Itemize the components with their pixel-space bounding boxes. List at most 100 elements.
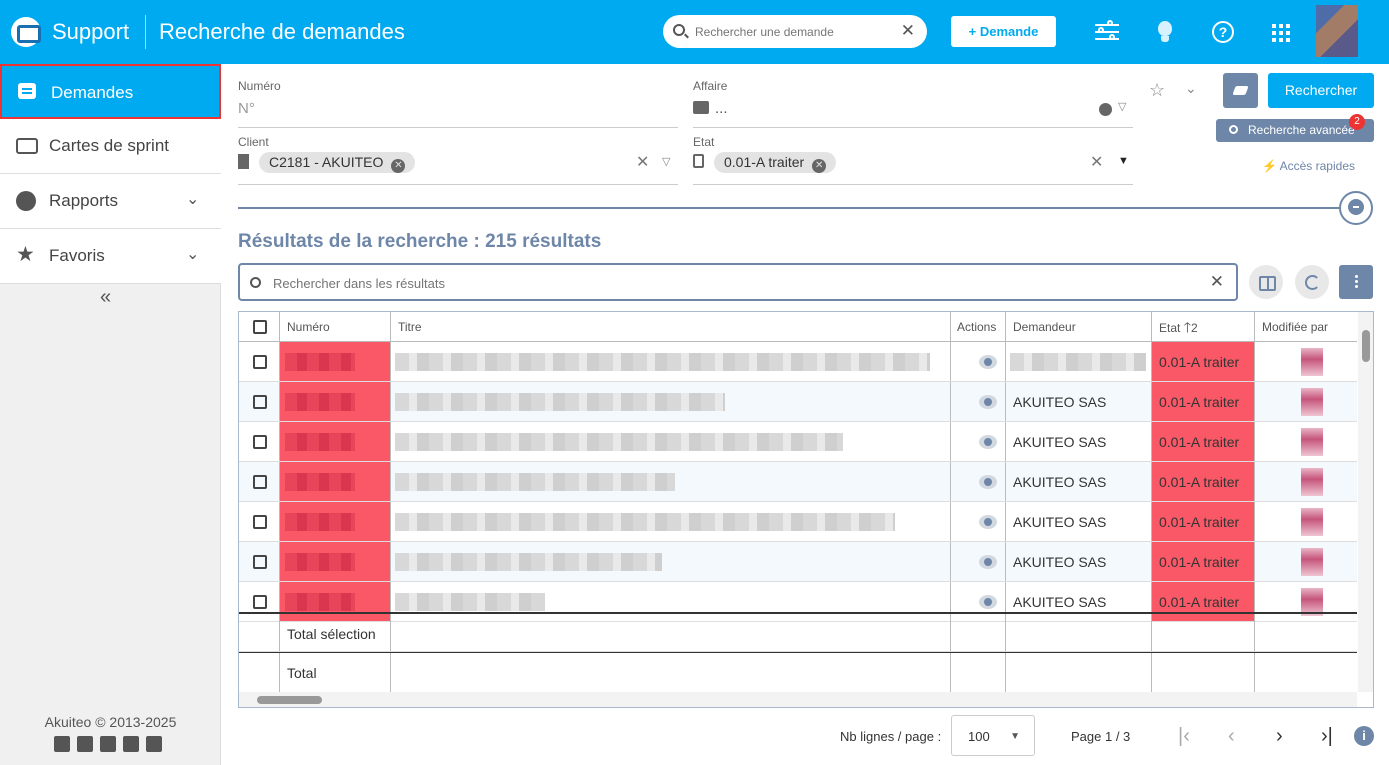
more-options-button[interactable] xyxy=(1339,265,1373,299)
titre-cell[interactable] xyxy=(391,382,951,421)
affaire-field[interactable]: ... xyxy=(715,100,728,117)
search-icon xyxy=(673,24,685,36)
total-selection-row: Total sélection xyxy=(239,612,1357,652)
titre-cell[interactable] xyxy=(391,542,951,581)
collapse-sidebar-button[interactable]: « xyxy=(100,286,111,309)
app-logo[interactable] xyxy=(11,17,41,47)
field-underline xyxy=(693,184,1133,185)
sidebar-item-cartes-de-sprint[interactable]: Cartes de sprint xyxy=(0,119,221,174)
select-all-checkbox[interactable] xyxy=(253,320,267,334)
table-row[interactable]: AKUITEO SAS 0.01-A traiter xyxy=(239,542,1357,582)
refresh-button[interactable] xyxy=(1295,265,1329,299)
lightbulb-icon[interactable] xyxy=(1151,18,1179,46)
numero-field[interactable]: N° xyxy=(238,100,255,117)
table-row[interactable]: 0.01-A traiter xyxy=(239,342,1357,382)
column-header-titre[interactable]: Titre xyxy=(391,312,951,341)
titre-cell[interactable] xyxy=(391,462,951,501)
info-icon[interactable] xyxy=(1099,103,1112,116)
collapse-filters-button[interactable] xyxy=(1339,191,1373,225)
linkedin-icon[interactable] xyxy=(100,736,116,752)
etat-header-label: Etat xyxy=(1159,321,1181,335)
results-title: Résultats de la recherche : 215 résultat… xyxy=(238,231,602,252)
client-chip-label: C2181 - AKUITEO xyxy=(269,154,384,170)
column-header-modifiee-par[interactable]: Modifiée par xyxy=(1255,312,1357,341)
clipboard-icon xyxy=(693,154,704,168)
numero-cell[interactable] xyxy=(280,542,391,581)
search-button[interactable]: Rechercher xyxy=(1268,73,1374,108)
sidebar-item-favoris[interactable]: ★ Favoris ⌄ xyxy=(0,229,221,284)
demandeur-cell: AKUITEO SAS xyxy=(1006,422,1152,461)
affaire-label: Affaire xyxy=(693,79,728,93)
row-checkbox[interactable] xyxy=(253,555,267,569)
chevron-down-icon[interactable]: ⌄ xyxy=(1185,80,1197,97)
first-page-icon[interactable]: |‹ xyxy=(1178,725,1190,748)
clear-client-icon[interactable]: ✕ xyxy=(636,152,649,172)
social-icon[interactable] xyxy=(54,736,70,752)
sidebar-item-rapports[interactable]: Rapports ⌄ xyxy=(0,174,221,229)
help-icon[interactable]: ? xyxy=(1209,18,1237,46)
new-request-button[interactable]: + Demande xyxy=(951,16,1056,47)
view-icon[interactable] xyxy=(979,555,997,569)
table-row[interactable]: AKUITEO SAS 0.01-A traiter xyxy=(239,502,1357,542)
apps-grid-icon[interactable] xyxy=(1267,18,1295,46)
clear-etat-icon[interactable]: ✕ xyxy=(1090,152,1103,172)
quick-access-link[interactable]: ⚡ Accès rapides xyxy=(1262,159,1355,173)
clear-results-search-icon[interactable]: ✕ xyxy=(1210,272,1224,292)
info-icon[interactable]: i xyxy=(1354,726,1374,746)
client-chip[interactable]: C2181 - AKUITEO ✕ xyxy=(259,152,416,173)
view-icon[interactable] xyxy=(979,515,997,529)
search-icon xyxy=(250,277,261,288)
column-header-numero[interactable]: Numéro xyxy=(280,312,391,341)
clear-filters-button[interactable] xyxy=(1223,73,1258,108)
table-row[interactable]: AKUITEO SAS 0.01-A traiter xyxy=(239,422,1357,462)
dropdown-caret-icon[interactable]: ▽ xyxy=(1118,100,1126,113)
global-search-input[interactable] xyxy=(695,22,895,42)
sliders-icon[interactable] xyxy=(1093,18,1121,46)
row-checkbox[interactable] xyxy=(253,395,267,409)
remove-chip-icon[interactable]: ✕ xyxy=(391,159,406,173)
instagram-icon[interactable] xyxy=(146,736,162,752)
row-checkbox[interactable] xyxy=(253,475,267,489)
view-icon[interactable] xyxy=(979,595,997,609)
row-checkbox[interactable] xyxy=(253,515,267,529)
prev-page-icon[interactable]: ‹ xyxy=(1228,725,1235,748)
numero-cell[interactable] xyxy=(280,502,391,541)
next-page-icon[interactable]: › xyxy=(1276,725,1283,748)
remove-chip-icon[interactable]: ✕ xyxy=(812,159,827,173)
vertical-scrollbar[interactable] xyxy=(1358,312,1373,692)
numero-cell[interactable] xyxy=(280,382,391,421)
row-checkbox[interactable] xyxy=(253,435,267,449)
view-icon[interactable] xyxy=(979,475,997,489)
columns-button[interactable] xyxy=(1249,265,1283,299)
page-size-select[interactable]: 100 ▼ xyxy=(951,715,1035,756)
table-row[interactable]: AKUITEO SAS 0.01-A traiter xyxy=(239,462,1357,502)
titre-cell[interactable] xyxy=(391,422,951,461)
numero-cell[interactable] xyxy=(280,462,391,501)
last-page-icon[interactable]: ›| xyxy=(1321,725,1333,748)
clear-search-icon[interactable]: ✕ xyxy=(901,21,915,41)
titre-cell[interactable] xyxy=(391,342,951,381)
bluesky-icon[interactable] xyxy=(77,736,93,752)
view-icon[interactable] xyxy=(979,355,997,369)
avatar[interactable] xyxy=(1316,5,1358,57)
row-checkbox[interactable] xyxy=(253,595,267,609)
view-icon[interactable] xyxy=(979,395,997,409)
table-row[interactable]: AKUITEO SAS 0.01-A traiter xyxy=(239,382,1357,422)
horizontal-scrollbar[interactable] xyxy=(239,692,1357,707)
etat-chip[interactable]: 0.01-A traiter ✕ xyxy=(714,152,837,173)
dropdown-caret-icon[interactable]: ▼ xyxy=(1118,155,1129,167)
numero-cell[interactable] xyxy=(280,342,391,381)
favorite-star-icon[interactable]: ☆ xyxy=(1149,80,1165,101)
facebook-icon[interactable] xyxy=(123,736,139,752)
column-header-demandeur[interactable]: Demandeur xyxy=(1006,312,1152,341)
view-icon[interactable] xyxy=(979,435,997,449)
sidebar-item-demandes[interactable]: Demandes xyxy=(0,64,221,119)
page-title: Recherche de demandes xyxy=(159,19,405,44)
dropdown-caret-icon[interactable]: ▽ xyxy=(662,155,670,168)
field-underline xyxy=(238,127,678,128)
column-header-etat[interactable]: Etat 🡑2 xyxy=(1152,312,1255,341)
row-checkbox[interactable] xyxy=(253,355,267,369)
numero-cell[interactable] xyxy=(280,422,391,461)
results-search-input[interactable] xyxy=(273,274,1173,292)
titre-cell[interactable] xyxy=(391,502,951,541)
